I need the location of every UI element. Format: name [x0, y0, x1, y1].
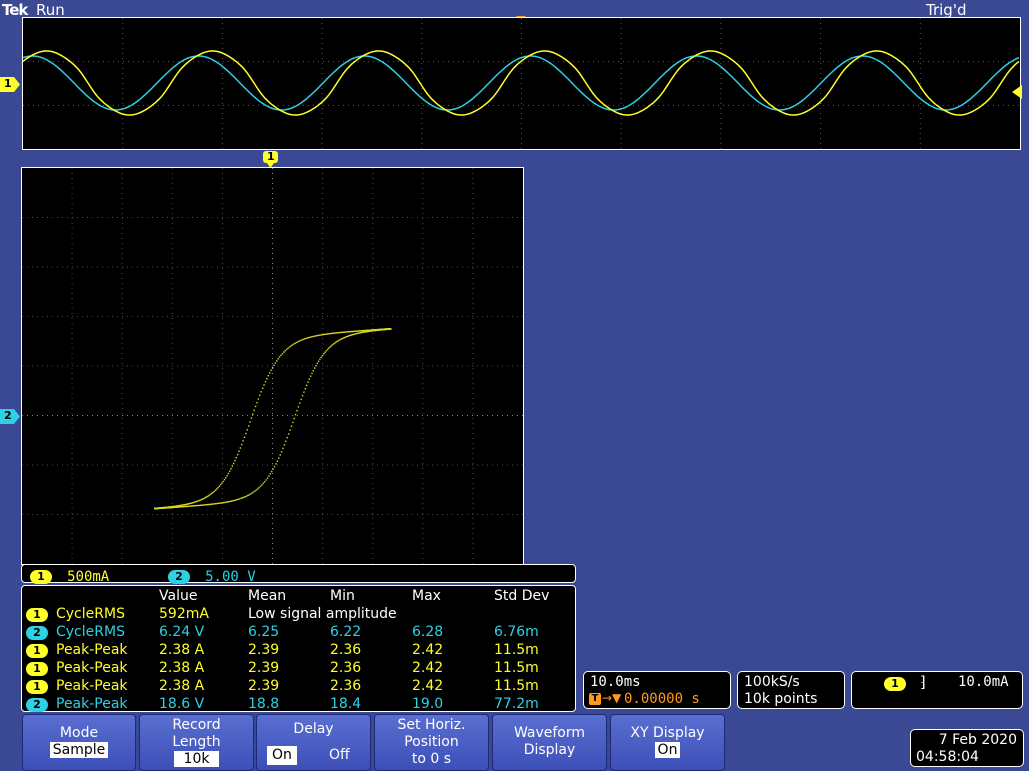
- waveform-l1: Waveform: [513, 725, 586, 741]
- waveform-display-button[interactable]: Waveform Display: [492, 714, 607, 771]
- record-length-button[interactable]: Record Length 10k: [139, 714, 254, 771]
- measurement-name: Peak-Peak: [56, 678, 128, 694]
- measurement-std-dev: 6.76m: [494, 624, 539, 640]
- col-std-dev: Std Dev: [494, 588, 550, 604]
- delay-off-option[interactable]: Off: [329, 747, 350, 764]
- acquisition-readout[interactable]: 100kS/s 10k points: [737, 671, 845, 709]
- measurement-name: CycleRMS: [56, 624, 125, 640]
- set-horiz-position-button[interactable]: Set Horiz. Position to 0 s: [374, 714, 489, 771]
- trigger-level: 10.0mA: [958, 674, 1009, 690]
- horizontal-position: 0.00000 s: [624, 691, 700, 707]
- measurement-value: 592mA: [159, 606, 209, 622]
- measurement-std-dev: 11.5m: [494, 642, 539, 658]
- measurement-value: 2.38 A: [159, 642, 205, 658]
- xy-marker-label: 1: [267, 150, 275, 163]
- channel-badge: 1: [26, 680, 48, 694]
- measurement-min: 18.4: [330, 696, 362, 712]
- channel-badge: 1: [26, 662, 48, 676]
- record-value: 10k: [173, 751, 220, 767]
- mode-value: Sample: [49, 742, 109, 758]
- measurement-std-dev: 11.5m: [494, 678, 539, 694]
- mode-button[interactable]: Mode Sample: [22, 714, 136, 771]
- measurement-value: 2.38 A: [159, 660, 205, 676]
- waveform-l2: Display: [523, 742, 576, 758]
- trigger-source-badge: 1: [884, 677, 906, 691]
- record-title-2: Length: [172, 734, 221, 750]
- measurement-max: 6.28: [412, 624, 444, 640]
- measurement-name: Peak-Peak: [56, 642, 128, 658]
- set-horiz-l2: Position: [404, 734, 459, 750]
- measurement-max: 2.42: [412, 678, 444, 694]
- datetime-readout: 7 Feb 2020 04:58:04: [910, 729, 1024, 767]
- ch2-scale-readout[interactable]: 2 5.00 V: [168, 566, 256, 585]
- measurement-max: 2.42: [412, 660, 444, 676]
- measurements-panel[interactable]: Value Mean Min Max Std Dev 1 CycleRMS Low …: [21, 585, 576, 712]
- xy-display-button[interactable]: XY Display On: [610, 714, 725, 771]
- delay-on-option[interactable]: On: [267, 746, 297, 765]
- date: 7 Feb 2020: [938, 732, 1017, 748]
- measurement-mean: 18.8: [248, 696, 280, 712]
- sample-rate: 100kS/s: [744, 674, 800, 690]
- channel-scale-bar: 1 500mA 2 5.00 V: [21, 564, 576, 585]
- channel-badge: 2: [26, 698, 48, 712]
- measurement-name: Peak-Peak: [56, 696, 128, 712]
- measurement-note: Low signal amplitude: [248, 606, 397, 622]
- measurement-std-dev: 11.5m: [494, 660, 539, 676]
- measurement-name: CycleRMS: [56, 606, 125, 622]
- ch1-scale-readout[interactable]: 1 500mA: [30, 566, 109, 585]
- measurement-value: 2.38 A: [159, 678, 205, 694]
- set-horiz-l3: to 0 s: [411, 751, 452, 767]
- measurement-max: 2.42: [412, 642, 444, 658]
- measurement-mean: 6.25: [248, 624, 280, 640]
- trigger-position-icon: T: [589, 693, 601, 705]
- set-horiz-l1: Set Horiz.: [397, 717, 466, 733]
- record-points: 10k points: [744, 691, 818, 707]
- measurement-min: 2.36: [330, 678, 362, 694]
- ch1-ground-marker[interactable]: 1: [0, 77, 22, 92]
- measurement-value: 6.24 V: [159, 624, 205, 640]
- col-value: Value: [159, 588, 198, 604]
- measurement-name: Peak-Peak: [56, 660, 128, 676]
- measurement-min: 6.22: [330, 624, 362, 640]
- measurement-min: 2.36: [330, 660, 362, 676]
- xy-value: On: [654, 742, 681, 758]
- col-min: Min: [330, 588, 355, 604]
- ch2-scale: 5.00 V: [205, 569, 256, 585]
- time: 04:58:04: [916, 749, 979, 765]
- horizontal-readout[interactable]: 10.0ms T →▼ 0.00000 s: [583, 671, 731, 709]
- xy-display[interactable]: [21, 167, 524, 565]
- yt-waveform-plot: [23, 18, 1020, 149]
- xy-plot: [22, 168, 523, 564]
- measurement-mean: 2.39: [248, 660, 280, 676]
- channel-badge: 1: [26, 644, 48, 658]
- measurement-value: 18.6 V: [159, 696, 205, 712]
- trigger-level-arrow-icon: [1010, 85, 1022, 99]
- xy-ch1-position-marker[interactable]: 1: [263, 150, 278, 168]
- measurement-std-dev: 77.2m: [494, 696, 539, 712]
- record-title-1: Record: [172, 717, 221, 733]
- arrow-icon: →▼: [602, 691, 622, 705]
- delay-title: Delay: [293, 721, 334, 737]
- col-max: Max: [412, 588, 441, 604]
- measurement-min: 2.36: [330, 642, 362, 658]
- channel-badge: 1: [26, 608, 48, 622]
- yt-waveform-display[interactable]: [22, 17, 1021, 150]
- ch1-scale: 500mA: [67, 569, 110, 585]
- ch1-badge: 1: [30, 569, 52, 584]
- ch2-badge: 2: [168, 569, 190, 584]
- measurement-max: 19.0: [412, 696, 444, 712]
- channel-badge: 2: [26, 626, 48, 640]
- horizontal-scale: 10.0ms: [590, 674, 641, 690]
- ch1-marker-label: 1: [4, 77, 12, 90]
- mode-title: Mode: [59, 725, 99, 741]
- xy-title: XY Display: [630, 725, 705, 741]
- measurement-mean: 2.39: [248, 642, 280, 658]
- rising-edge-icon: ⁆: [920, 673, 926, 691]
- delay-button[interactable]: Delay On Off: [256, 714, 371, 771]
- col-mean: Mean: [248, 588, 287, 604]
- trigger-readout[interactable]: 1 ⁆ 10.0mA: [851, 671, 1023, 709]
- ch2-marker-label: 2: [4, 409, 12, 422]
- measurement-mean: 2.39: [248, 678, 280, 694]
- ch2-ground-marker[interactable]: 2: [0, 409, 22, 424]
